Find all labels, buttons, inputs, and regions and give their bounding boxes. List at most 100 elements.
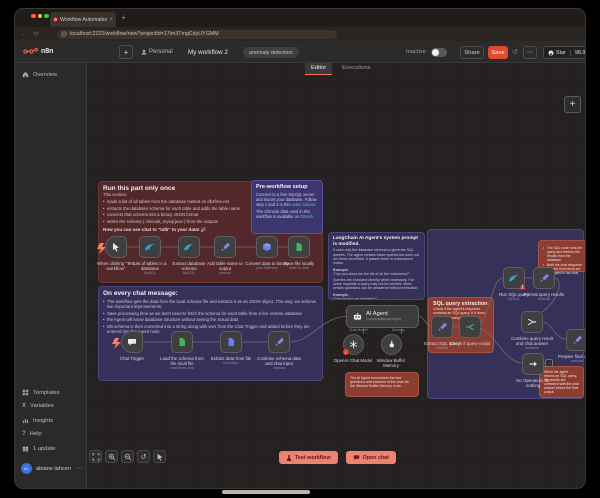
node-label: Combine schema data and chat input <box>257 356 301 367</box>
workflow-name[interactable]: My workflow 2 <box>188 49 228 56</box>
github-star-widget[interactable]: Star 98,949 <box>543 46 586 59</box>
test-workflow-button[interactable]: Test workflow <box>279 451 338 464</box>
node-sublabel: manual <box>538 297 550 302</box>
node-save-file[interactable] <box>288 236 310 258</box>
sidebar-item-help[interactable]: ? Help <box>22 431 42 437</box>
reset-zoom-button[interactable]: ↺ <box>137 450 150 463</box>
overview-label: Overview <box>33 72 57 78</box>
node-format-results[interactable] <box>533 267 555 289</box>
canvas-run-controls: Test workflow Open chat <box>279 451 396 464</box>
node-label: Add table name to output <box>203 261 247 272</box>
node-label: Check if query exists <box>450 341 491 346</box>
sidebar-item-overview[interactable]: Overview <box>22 71 57 78</box>
node-manual-trigger[interactable] <box>105 236 127 258</box>
workflow-canvas[interactable]: + Run this part only once This section: … <box>87 63 586 489</box>
node-ai-agent[interactable]: AI Agent Conversational Agent <box>346 305 419 328</box>
tab-close-icon[interactable]: × <box>109 17 113 23</box>
node-window-buffer-memory[interactable] <box>381 334 402 355</box>
sticky-presetup[interactable]: Pre-workflow setup Connect to a free MyS… <box>251 180 323 234</box>
pencil-icon <box>539 273 549 283</box>
sidebar-item-updates[interactable]: 1 update <box>22 445 56 452</box>
node-prepare-output[interactable] <box>566 329 586 351</box>
share-button[interactable]: Share <box>460 46 484 59</box>
zoom-out-icon <box>124 453 132 461</box>
sidebar-item-variables[interactable]: X Variables <box>22 403 54 409</box>
file-icon <box>177 337 187 347</box>
n8n-favicon-icon <box>53 17 58 22</box>
sidebar: Overview Templates X Variables Insights … <box>15 63 87 489</box>
mysql-icon <box>144 242 156 252</box>
active-toggle[interactable] <box>431 48 447 57</box>
close-window-button[interactable] <box>31 14 36 19</box>
zoom-in-button[interactable] <box>105 450 118 463</box>
bullet: The SQL node runs the query and fetches … <box>543 246 585 262</box>
node-combine-input[interactable] <box>268 331 290 353</box>
node-group: Add table name to output manual <box>203 236 247 276</box>
minimize-window-button[interactable] <box>38 14 43 19</box>
node-label: Combine query result and chat answer <box>510 336 554 347</box>
node-sublabel: combine <box>525 346 539 351</box>
sidebar-user-menu[interactable]: AL abiane lahcen ⋯ <box>21 463 83 474</box>
node-chat-trigger[interactable] <box>121 331 143 353</box>
chat-icon <box>353 454 360 461</box>
sticky-agent-memory[interactable]: The AI Agent remembers the last question… <box>345 372 419 397</box>
node-check-query[interactable] <box>459 316 481 338</box>
user-menu-icon[interactable]: ⋯ <box>77 465 83 472</box>
node-sublabel: manual <box>436 346 448 351</box>
updates-label: 1 update <box>33 446 56 452</box>
node-group: Save file locally write to disk <box>277 236 321 270</box>
address-bar[interactable]: localhost:2222/workflow/new?projectId=17… <box>57 30 337 40</box>
node-add-table-name[interactable] <box>214 236 236 258</box>
node-noop[interactable] <box>522 353 544 375</box>
github-link[interactable]: GitHub <box>300 214 313 219</box>
maximize-window-button[interactable] <box>44 14 49 19</box>
zoom-out-button[interactable] <box>121 450 134 463</box>
project-label: Personal <box>149 49 173 55</box>
browser-tab[interactable]: Workflow Automation - n8n × <box>50 12 116 27</box>
help-label: Help <box>30 431 42 437</box>
fit-view-button[interactable] <box>89 450 102 463</box>
help-icon: ? <box>22 431 26 437</box>
node-sublabel: write to disk <box>289 266 308 271</box>
new-workflow-button[interactable]: + <box>119 45 133 59</box>
workflow-tag[interactable]: anomaly detection <box>243 47 299 58</box>
open-chat-button[interactable]: Open chat <box>346 451 396 464</box>
tidy-up-button[interactable] <box>153 450 166 463</box>
breadcrumb-project[interactable]: Personal <box>141 49 173 55</box>
back-icon[interactable]: ← <box>21 31 28 38</box>
hand-icon <box>387 340 396 349</box>
node-extract-schema[interactable] <box>178 236 200 258</box>
node-combine-result[interactable] <box>521 311 543 333</box>
user-name: abiane lahcen <box>36 466 71 472</box>
node-list-tables[interactable] <box>139 236 161 258</box>
mysql-icon <box>508 273 520 283</box>
connection-endpoint[interactable]: → <box>545 359 553 367</box>
node-group: Chat Trigger <box>110 331 154 361</box>
sidebar-item-templates[interactable]: Templates <box>22 389 59 396</box>
sticky-intro: This section: <box>103 192 127 197</box>
node-load-schema[interactable] <box>171 331 193 353</box>
insights-label: Insights <box>33 418 53 424</box>
sidebar-item-insights[interactable]: Insights <box>22 417 53 424</box>
tab-editor[interactable]: Editor <box>305 62 332 75</box>
sticky-text: . <box>313 214 314 219</box>
node-extract-file[interactable] <box>220 331 242 353</box>
tab-executions[interactable]: Executions <box>336 62 376 75</box>
templates-icon <box>22 389 29 396</box>
inactive-label: Inactive <box>406 49 426 55</box>
node-convert-binary[interactable] <box>256 236 278 258</box>
new-tab-button[interactable]: + <box>121 14 126 22</box>
more-options-button[interactable]: ⋯ <box>523 46 537 59</box>
dock-hint <box>222 490 310 494</box>
add-node-button[interactable]: + <box>564 96 581 113</box>
video-tutorial-link[interactable]: video tutorial <box>292 202 315 207</box>
node-openai-chat-model[interactable]: ! <box>343 334 364 355</box>
branch-icon <box>465 322 475 332</box>
url-text: localhost:2222/workflow/new?projectId=17… <box>70 31 219 37</box>
history-icon[interactable]: ↺ <box>512 48 518 56</box>
refresh-icon[interactable]: ⟳ <box>34 30 39 38</box>
bullet: the Agent will know database structure w… <box>103 317 318 322</box>
node-sublabel: jsonToBinary <box>256 266 277 271</box>
save-button[interactable]: Save <box>488 46 508 59</box>
sticky-langchain[interactable]: LangChain AI Agent's system prompt is mo… <box>328 232 425 300</box>
